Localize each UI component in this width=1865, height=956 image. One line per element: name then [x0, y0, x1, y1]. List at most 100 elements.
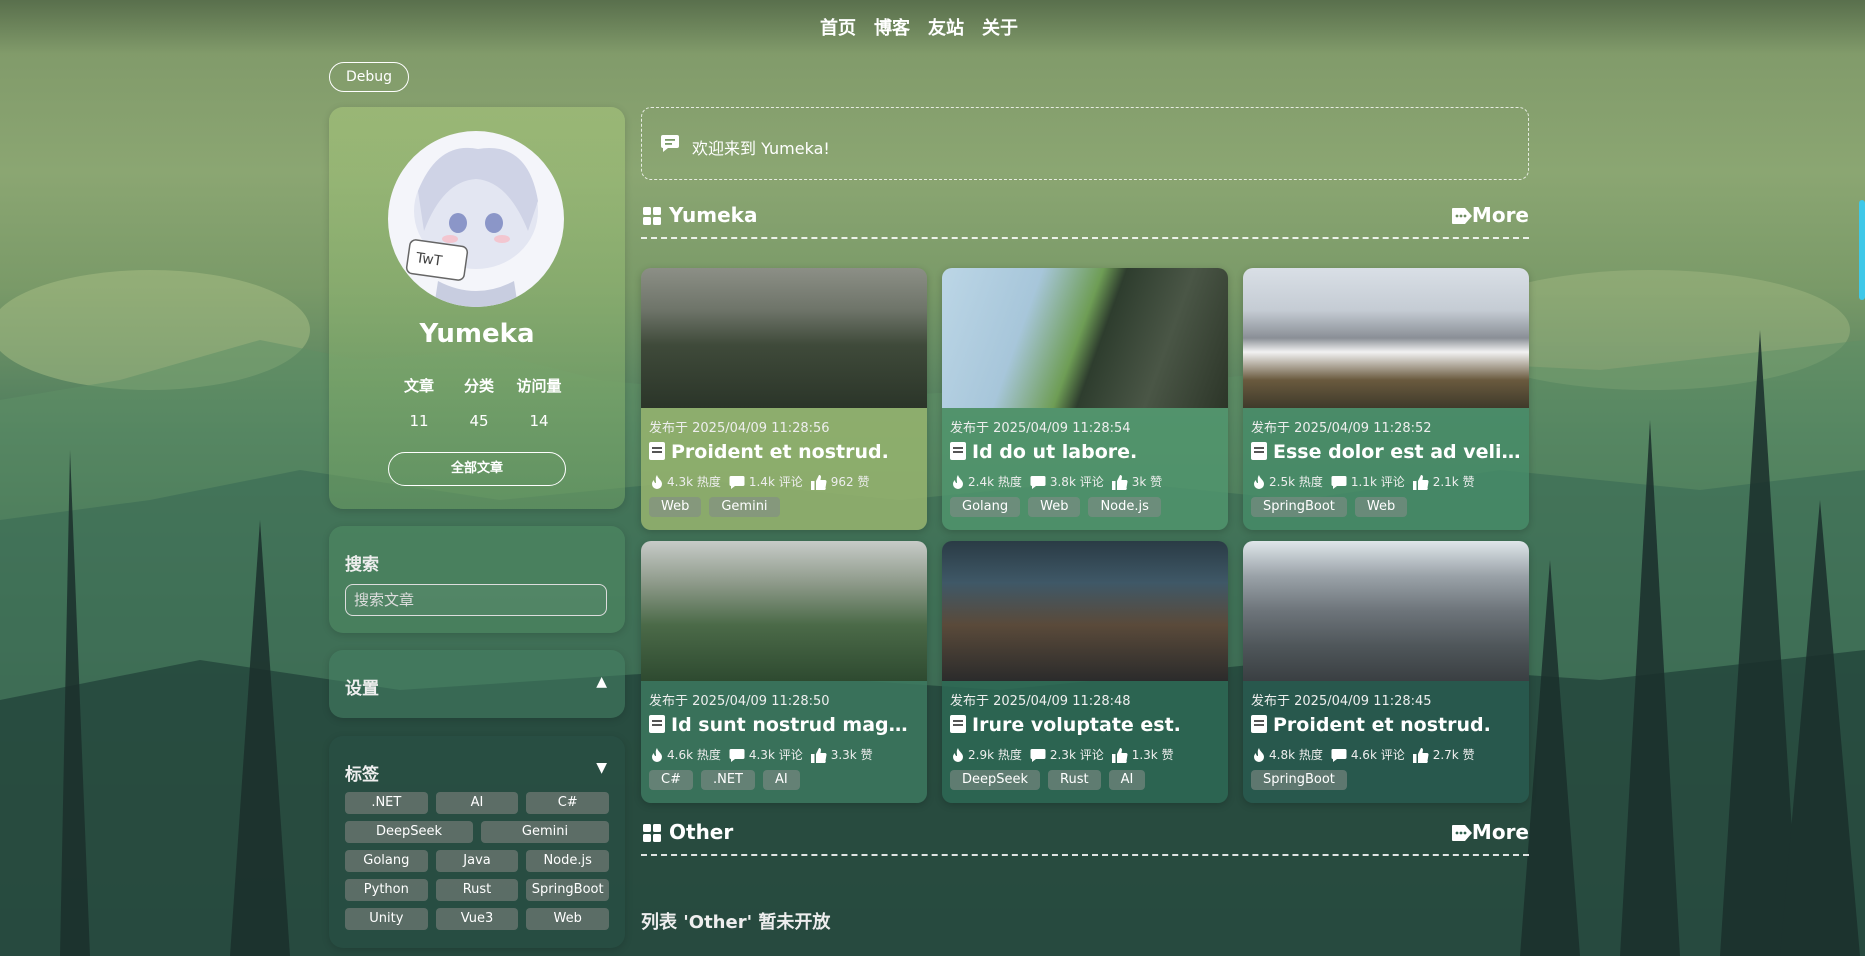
message-icon [660, 133, 680, 157]
post-title[interactable]: Proident et nostrud. [1251, 714, 1521, 738]
post-cover-image[interactable] [641, 541, 927, 681]
page-scrollbar-thumb[interactable] [1859, 200, 1865, 300]
tag-more-icon[interactable] [1451, 207, 1473, 229]
post-meta: 4.8k 热度 4.6k 评论 2.7k 赞 [1253, 746, 1479, 763]
post-body: 发布于 2025/04/09 11:28:52 Esse dolor est ad… [1243, 408, 1529, 530]
tags-title: 标签 [345, 765, 379, 785]
comment-icon [1030, 748, 1046, 762]
post-tag[interactable]: Web [649, 497, 702, 517]
comment-icon [1331, 475, 1347, 489]
nav-item-blog[interactable]: 博客 [874, 14, 910, 40]
tag-springboot[interactable]: SpringBoot [526, 879, 610, 901]
stat-value: 45 [469, 412, 489, 430]
tag-golang[interactable]: Golang [345, 850, 428, 872]
profile-card: TwT Yumeka 文章 11 分类 45 访问量 14 全部文章 [329, 107, 625, 509]
post-title-text: Proident et nostrud. [671, 441, 889, 463]
settings-card[interactable]: 设置 ▲ [329, 650, 625, 718]
post-cover-image[interactable] [641, 268, 927, 408]
post-tag[interactable]: .NET [700, 770, 755, 790]
collapse-triangle-up-icon[interactable]: ▲ [596, 674, 607, 690]
nav-item-friends[interactable]: 友站 [928, 14, 964, 40]
post-tag[interactable]: SpringBoot [1251, 497, 1347, 517]
post-card[interactable]: 发布于 2025/04/09 11:28:52 Esse dolor est ad… [1243, 268, 1529, 530]
tag-deepseek[interactable]: DeepSeek [345, 821, 473, 843]
tag-python[interactable]: Python [345, 879, 428, 901]
post-cover-image[interactable] [1243, 268, 1529, 408]
post-card[interactable]: 发布于 2025/04/09 11:28:45 Proident et nostr… [1243, 541, 1529, 803]
top-navigation: 首页 博客 友站 关于 [0, 0, 1865, 54]
post-cover-image[interactable] [942, 268, 1228, 408]
stat-visits: 访问量 14 [509, 375, 569, 430]
post-tag[interactable]: C# [649, 770, 693, 790]
post-comments: 3.8k 评论 [1049, 475, 1104, 489]
post-comments: 4.3k 评论 [748, 748, 803, 762]
tag-more-icon[interactable] [1451, 824, 1473, 846]
comment-icon [1331, 748, 1347, 762]
tag-dotnet[interactable]: .NET [345, 792, 428, 814]
fire-icon [1254, 474, 1264, 489]
settings-title: 设置 [345, 679, 379, 699]
post-tag[interactable]: Web [1354, 497, 1408, 517]
post-title-text: Id do ut labore. [972, 441, 1138, 463]
expand-triangle-down-icon[interactable]: ▼ [596, 760, 607, 776]
document-icon [1251, 442, 1267, 465]
post-card[interactable]: 发布于 2025/04/09 11:28:54 Id do ut labore. 2… [942, 268, 1228, 530]
post-meta: 4.3k 热度 1.4k 评论 962 赞 [651, 473, 873, 490]
post-tag[interactable]: DeepSeek [950, 770, 1041, 790]
post-title[interactable]: Esse dolor est ad velit... [1251, 441, 1521, 465]
post-cover-image[interactable] [942, 541, 1228, 681]
document-icon [1251, 715, 1267, 738]
tag-unity[interactable]: Unity [345, 908, 428, 930]
post-tags: DeepSeek Rust AI [950, 770, 1146, 790]
post-heat: 4.6k 热度 [667, 748, 721, 762]
post-card[interactable]: 发布于 2025/04/09 11:28:56 Proident et nostr… [641, 268, 927, 530]
nav-item-home[interactable]: 首页 [820, 14, 856, 40]
more-link[interactable]: More [1472, 203, 1529, 227]
post-date: 发布于 2025/04/09 11:28:56 [649, 421, 830, 436]
other-empty-message: 列表 'Other' 暂未开放 [641, 912, 831, 933]
thumbs-up-icon [1111, 474, 1128, 490]
post-title[interactable]: Id sunt nostrud magna. [649, 714, 919, 738]
post-tag[interactable]: AI [1108, 770, 1146, 790]
search-title: 搜索 [345, 555, 379, 575]
post-tags: Web Gemini [649, 497, 780, 517]
welcome-text: 欢迎来到 Yumeka! [692, 139, 830, 158]
post-tags: SpringBoot Web [1251, 497, 1408, 517]
post-title[interactable]: Id do ut labore. [950, 441, 1220, 465]
tag-vue3[interactable]: Vue3 [435, 908, 519, 930]
avatar[interactable]: TwT [388, 131, 564, 307]
post-cover-image[interactable] [1243, 541, 1529, 681]
post-tag[interactable]: Node.js [1088, 497, 1161, 517]
all-posts-button[interactable]: 全部文章 [388, 452, 566, 486]
tag-java[interactable]: Java [435, 850, 519, 872]
post-likes: 3.3k 赞 [830, 748, 873, 762]
post-card[interactable]: 发布于 2025/04/09 11:28:48 Irure voluptate e… [942, 541, 1228, 803]
tag-web[interactable]: Web [526, 908, 610, 930]
tag-rust[interactable]: Rust [435, 879, 519, 901]
post-card[interactable]: 发布于 2025/04/09 11:28:50 Id sunt nostrud m… [641, 541, 927, 803]
post-tag[interactable]: Gemini [709, 497, 780, 517]
post-body: 发布于 2025/04/09 11:28:48 Irure voluptate e… [942, 681, 1228, 803]
document-icon [950, 715, 966, 738]
stat-value: 14 [529, 412, 549, 430]
more-link[interactable]: More [1472, 820, 1529, 844]
stat-label: 分类 [463, 377, 494, 395]
post-tag[interactable]: Golang [950, 497, 1021, 517]
tag-gemini[interactable]: Gemini [481, 821, 609, 843]
post-comments: 4.6k 评论 [1350, 748, 1405, 762]
post-title[interactable]: Proident et nostrud. [649, 441, 919, 465]
post-title[interactable]: Irure voluptate est. [950, 714, 1220, 738]
post-tag[interactable]: SpringBoot [1251, 770, 1347, 790]
search-input[interactable] [345, 584, 607, 616]
post-body: 发布于 2025/04/09 11:28:45 Proident et nostr… [1243, 681, 1529, 803]
post-tag[interactable]: AI [763, 770, 800, 790]
post-tag[interactable]: Web [1028, 497, 1081, 517]
debug-button[interactable]: Debug [329, 62, 409, 92]
nav-item-about[interactable]: 关于 [982, 14, 1018, 40]
tag-ai[interactable]: AI [435, 792, 519, 814]
tag-nodejs[interactable]: Node.js [526, 850, 610, 872]
post-likes: 3k 赞 [1131, 475, 1163, 489]
post-tag[interactable]: Rust [1048, 770, 1101, 790]
tag-csharp[interactable]: C# [526, 792, 610, 814]
post-body: 发布于 2025/04/09 11:28:50 Id sunt nostrud m… [641, 681, 927, 803]
